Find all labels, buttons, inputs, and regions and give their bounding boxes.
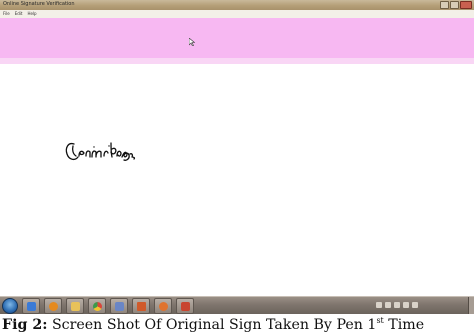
menu-item-help[interactable]: Help <box>27 11 36 17</box>
folder-icon[interactable] <box>66 298 84 314</box>
firefox-icon[interactable] <box>154 298 172 314</box>
network-icon[interactable] <box>376 302 382 308</box>
battery-icon[interactable] <box>394 302 400 308</box>
screenshot: Online Signature Verification File Edit … <box>0 0 474 314</box>
menu-item-edit[interactable]: Edit <box>15 11 23 17</box>
signature-canvas[interactable] <box>0 64 474 296</box>
chrome-icon[interactable] <box>88 298 106 314</box>
window-controls <box>440 1 472 9</box>
caption-text-end: Time <box>383 317 425 333</box>
flag-icon[interactable] <box>385 302 391 308</box>
maximize-button[interactable] <box>450 1 459 9</box>
paint-icon[interactable] <box>110 298 128 314</box>
menu-item-file[interactable]: File <box>3 11 10 17</box>
figure-caption: Fig 2: Screen Shot Of Original Sign Take… <box>0 314 474 336</box>
figure-label: Fig 2: <box>2 317 48 333</box>
volume-icon[interactable] <box>403 302 409 308</box>
system-tray <box>376 297 474 314</box>
caption-superscript: st <box>376 316 384 325</box>
caption-text: Screen Shot Of Original Sign Taken By Pe… <box>47 317 377 333</box>
menu-bar: File Edit Help <box>0 10 474 18</box>
window-title: Online Signature Verification <box>3 1 75 7</box>
media-player-icon[interactable] <box>44 298 62 314</box>
app-icon[interactable] <box>176 298 194 314</box>
keyboard-icon[interactable] <box>412 302 418 308</box>
minimize-button[interactable] <box>440 1 449 9</box>
close-button[interactable] <box>460 1 472 9</box>
start-button[interactable] <box>2 298 18 314</box>
show-desktop-button[interactable] <box>468 297 474 314</box>
explorer-icon[interactable] <box>22 298 40 314</box>
handwritten-signature <box>65 142 136 161</box>
mouse-cursor-icon <box>189 38 195 46</box>
tray-icons <box>376 302 418 308</box>
window-title-bar[interactable]: Online Signature Verification <box>0 0 474 10</box>
matlab-icon[interactable] <box>132 298 150 314</box>
toolbar-panel <box>0 18 474 58</box>
taskbar <box>0 296 474 314</box>
